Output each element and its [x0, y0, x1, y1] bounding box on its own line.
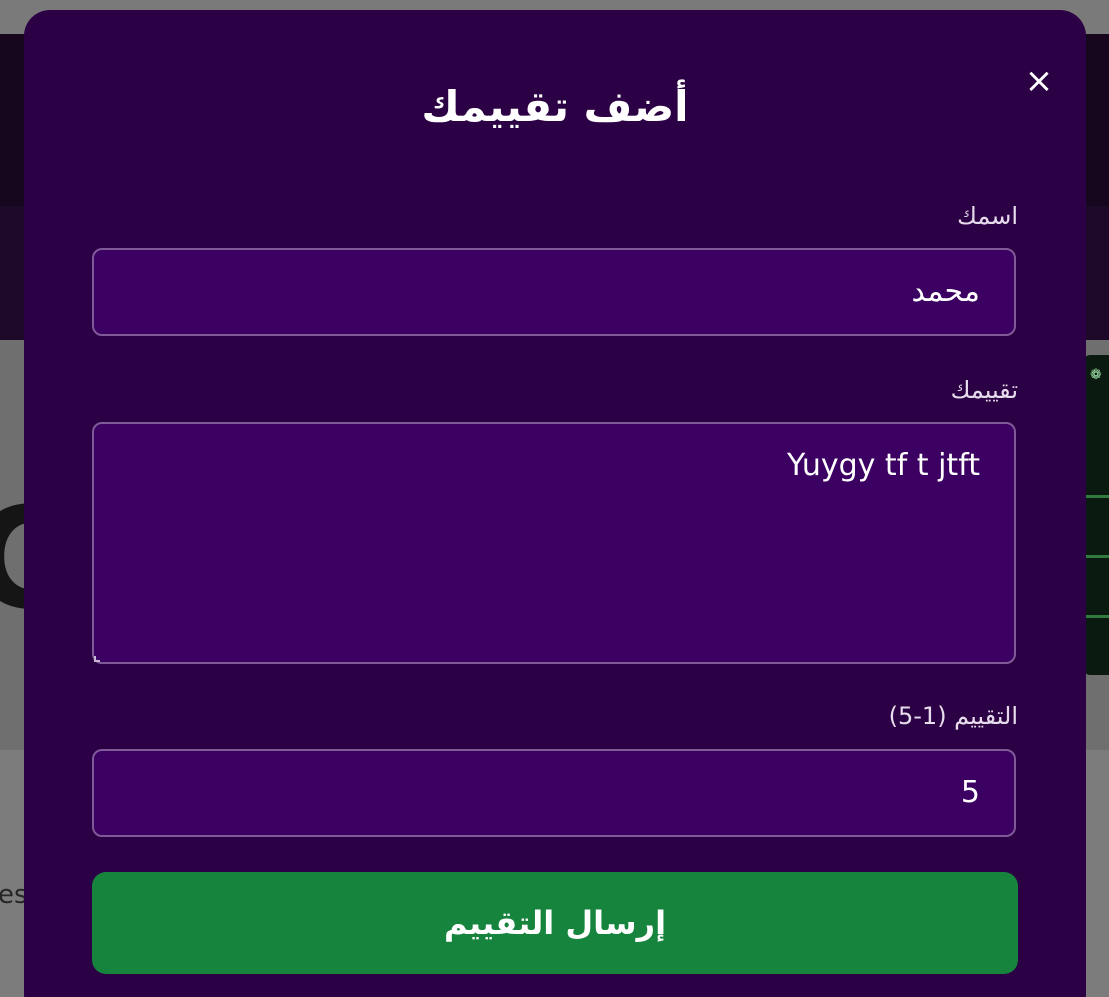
name-field-label: اسمك — [957, 202, 1018, 230]
submit-review-button[interactable]: إرسال التقييم — [92, 872, 1018, 974]
resize-handle-icon[interactable] — [94, 656, 100, 662]
background-card-stripe — [1086, 615, 1109, 618]
review-textarea-value: Yuygy tf t jtft — [786, 448, 980, 483]
rating-field-label: التقييم (1-5) — [888, 702, 1018, 730]
background-product-card: ❁ — [1084, 355, 1109, 675]
name-input-value: محمد — [911, 274, 980, 309]
review-modal: × أضف تقييمك اسمك محمد تقييمك Yuygy tf t… — [24, 10, 1086, 997]
name-input[interactable]: محمد — [92, 248, 1016, 336]
rating-input-value: 5 — [960, 775, 980, 810]
background-card-glyph: ❁ — [1090, 367, 1102, 383]
background-card-stripe — [1086, 555, 1109, 558]
background-card-stripe — [1086, 495, 1109, 498]
rating-input[interactable]: 5 — [92, 749, 1016, 837]
modal-title: أضف تقييمك — [421, 82, 689, 131]
review-field-label: تقييمك — [950, 376, 1018, 404]
review-textarea[interactable]: Yuygy tf t jtft — [92, 422, 1016, 664]
